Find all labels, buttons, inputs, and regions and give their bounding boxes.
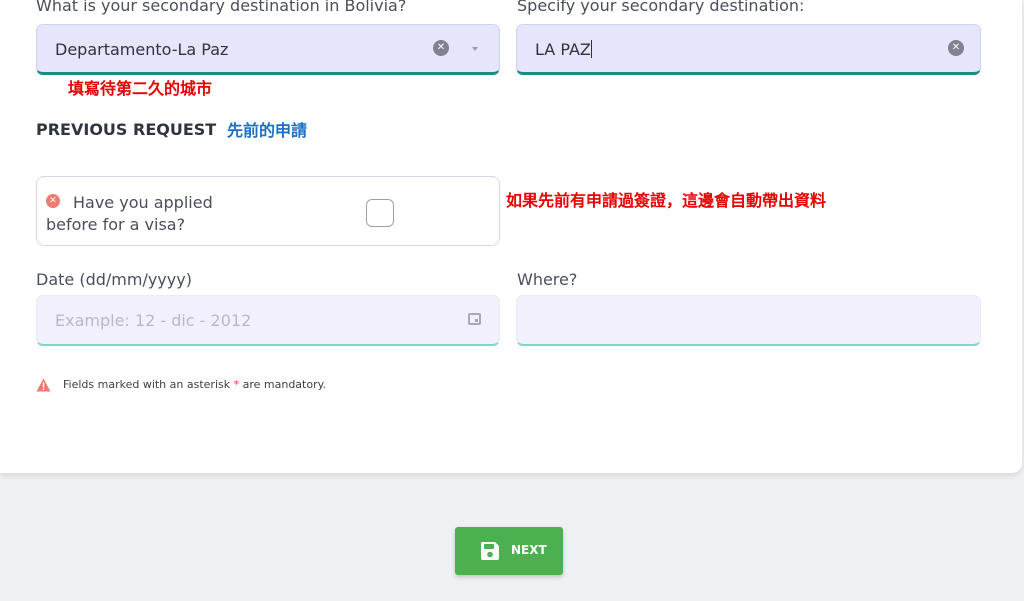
visa-applied-annotation: 如果先前有申請過簽證，這邊會自動帶出資料 xyxy=(506,191,827,210)
date-placeholder: Example: 12 - dic - 2012 xyxy=(55,311,252,330)
secondary-destination-value: Departamento-La Paz xyxy=(55,40,229,59)
previous-request-title: PREVIOUS REQUEST xyxy=(36,120,217,139)
visa-applied-box: ✕ Have you applied before for a visa? xyxy=(36,176,500,246)
next-button-label: NEXT xyxy=(511,543,547,557)
next-button[interactable]: NEXT xyxy=(455,527,563,575)
visa-applied-checkbox[interactable] xyxy=(366,199,394,227)
specify-destination-input[interactable]: LA PAZ ✕ xyxy=(516,24,981,75)
date-input[interactable]: Example: 12 - dic - 2012 xyxy=(36,295,500,346)
date-label: Date (dd/mm/yyyy) xyxy=(36,270,192,289)
secondary-destination-annotation: 填寫待第二久的城市 xyxy=(68,79,213,98)
form-card: What is your secondary destination in Bo… xyxy=(0,0,1022,473)
mandatory-note-text: Fields marked with an asterisk xyxy=(63,378,231,391)
mandatory-note: Fields marked with an asterisk * are man… xyxy=(63,378,326,391)
visa-applied-question-line1: Have you applied xyxy=(73,193,213,212)
previous-request-annotation: 先前的申請 xyxy=(227,121,308,140)
where-input[interactable] xyxy=(516,295,981,346)
secondary-destination-label: What is your secondary destination in Bo… xyxy=(36,0,407,15)
mandatory-asterisk: * xyxy=(233,378,240,391)
specify-destination-label: Specify your secondary destination: xyxy=(517,0,805,15)
clear-circle-icon[interactable]: ✕ xyxy=(433,40,449,56)
chevron-down-icon[interactable] xyxy=(472,47,478,51)
warning-triangle-icon xyxy=(36,378,51,392)
calendar-icon[interactable] xyxy=(468,313,481,325)
clear-circle-icon[interactable]: ✕ xyxy=(948,40,964,56)
mandatory-note-suffix: are mandatory. xyxy=(242,378,327,391)
where-label: Where? xyxy=(517,270,578,289)
visa-applied-question: Have you applied before for a visa? xyxy=(46,192,296,236)
secondary-destination-select[interactable]: Departamento-La Paz ✕ xyxy=(36,24,500,75)
text-caret xyxy=(590,40,592,58)
specify-destination-value: LA PAZ xyxy=(535,40,592,59)
visa-applied-question-line2: before for a visa? xyxy=(46,215,186,234)
floppy-disk-icon xyxy=(481,542,499,560)
